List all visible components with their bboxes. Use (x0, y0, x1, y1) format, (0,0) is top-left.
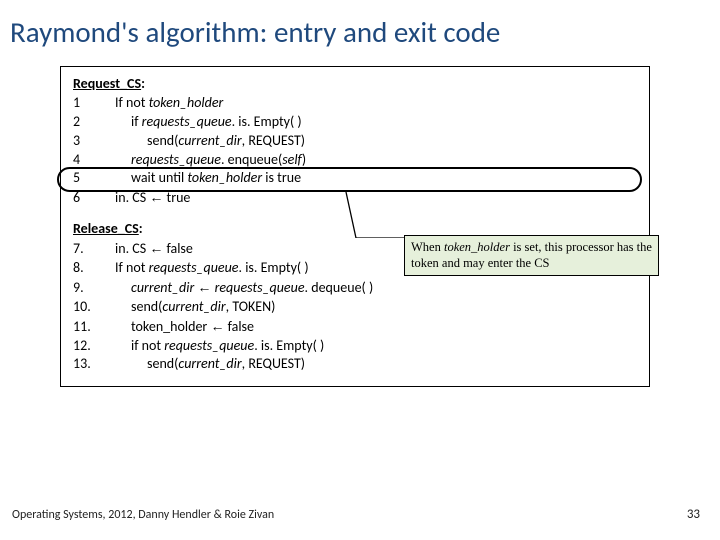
release-head-text: Release_CS (73, 220, 139, 237)
page-number: 33 (687, 507, 700, 522)
rel-line-10: 10.send(current_dir, TOKEN) (73, 298, 637, 317)
footer-text: Operating Systems, 2012, Danny Hendler &… (12, 508, 274, 522)
req-line-4: 4requests_queue. enqueue(self) (73, 151, 637, 170)
req-line-6: 6in. CS ← true (73, 188, 637, 208)
rel-line-9: 9.current_dir ← requests_queue. dequeue(… (73, 278, 637, 298)
req-line-1: 1If not token_holder (73, 94, 637, 113)
rel-line-12: 12.if not requests_queue. is. Empty( ) (73, 337, 637, 356)
request-head-text: Request_CS (73, 75, 141, 92)
request-heading: Request_CS: (73, 75, 637, 94)
rel-line-11: 11.token_holder ← false (73, 317, 637, 337)
req-line-2: 2if requests_queue. is. Empty( ) (73, 113, 637, 132)
rel-line-13: 13.send(current_dir, REQUEST) (73, 355, 637, 374)
code-box: Request_CS: 1If not token_holder 2if req… (60, 66, 650, 387)
req-line-5: 5wait until token_holder is true (73, 169, 637, 188)
callout-box: When token_holder is set, this processor… (404, 235, 659, 276)
req-line-3: 3send(current_dir, REQUEST) (73, 132, 637, 151)
slide-title: Raymond's algorithm: entry and exit code (0, 0, 720, 54)
